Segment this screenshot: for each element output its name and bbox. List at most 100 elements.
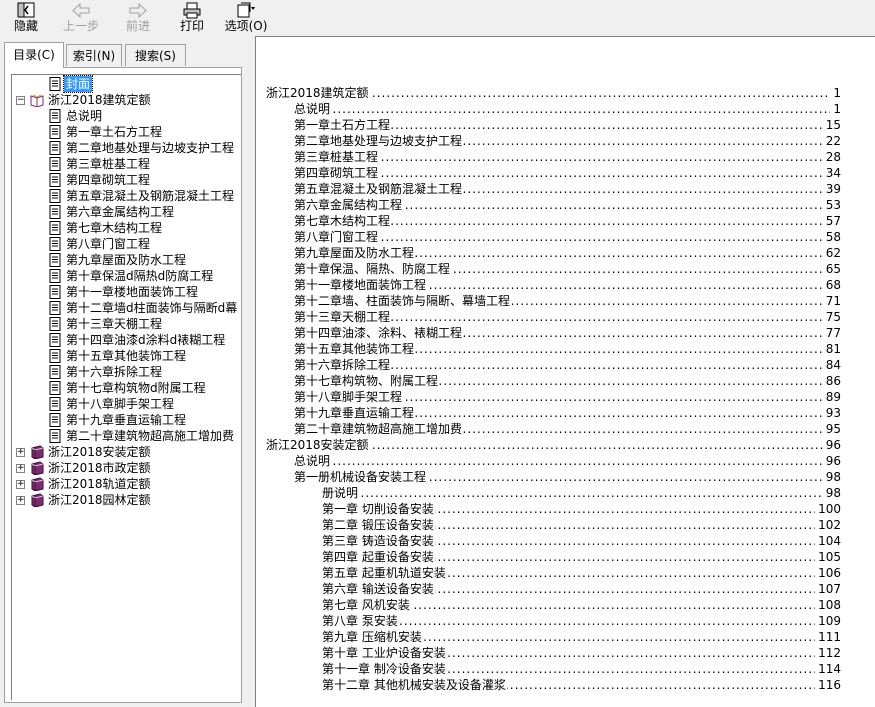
- tree-item[interactable]: 第二十章建筑物超高施工增加费: [12, 428, 238, 444]
- toc-entry-page: 81: [822, 341, 841, 357]
- toc-entry[interactable]: ........................................…: [294, 101, 841, 117]
- back-button[interactable]: 上一步: [56, 0, 106, 36]
- toc-entry[interactable]: ........................................…: [294, 309, 841, 325]
- toc-entry-title: 第四章 起重设备安装: [322, 550, 435, 564]
- tree-item[interactable]: 第十八章脚手架工程: [12, 396, 238, 412]
- toc-entry[interactable]: ........................................…: [322, 501, 841, 517]
- toc-entry[interactable]: ........................................…: [294, 245, 841, 261]
- toc-entry[interactable]: ........................................…: [266, 437, 841, 453]
- toc-entry-title: 第七章 风机安装: [322, 598, 411, 612]
- tree-item[interactable]: 第十章保温d隔热d防腐工程: [12, 268, 238, 284]
- toc-entry[interactable]: ........................................…: [294, 165, 841, 181]
- toc-entry[interactable]: ........................................…: [322, 677, 841, 693]
- toc-entry[interactable]: ........................................…: [294, 453, 841, 469]
- expand-icon[interactable]: +: [16, 496, 25, 505]
- toc-entry[interactable]: ........................................…: [294, 133, 841, 149]
- toc-entry[interactable]: ........................................…: [294, 117, 841, 133]
- toc-entry[interactable]: ........................................…: [322, 661, 841, 677]
- toc-entry[interactable]: ........................................…: [294, 357, 841, 373]
- toc-entry[interactable]: ........................................…: [322, 565, 841, 581]
- page-icon: [49, 253, 61, 267]
- toc-entry[interactable]: ........................................…: [294, 197, 841, 213]
- tree-item[interactable]: 第九章屋面及防水工程: [12, 252, 238, 268]
- tree-item-label: 第五章混凝土及钢筋混凝土工程: [66, 189, 235, 203]
- toc-entry[interactable]: ........................................…: [322, 597, 841, 613]
- toc-entry[interactable]: ........................................…: [294, 229, 841, 245]
- print-button[interactable]: 打印: [174, 0, 210, 36]
- toc-entry[interactable]: ........................................…: [294, 341, 841, 357]
- tree-item[interactable]: 第三章桩基工程: [12, 156, 238, 172]
- tab-search[interactable]: 搜索(S): [125, 44, 186, 66]
- tab-index[interactable]: 索引(N): [66, 44, 122, 66]
- toc-entry[interactable]: ........................................…: [294, 149, 841, 165]
- tree-item[interactable]: − 浙江2018建筑定额: [12, 92, 238, 108]
- toc-entry-title: 第六章 输送设备安装: [322, 582, 435, 596]
- collapse-icon[interactable]: −: [16, 96, 25, 105]
- toc-entry[interactable]: ........................................…: [322, 581, 841, 597]
- tree-item[interactable]: + 浙江2018市政定额: [12, 460, 238, 476]
- toc-entry[interactable]: ........................................…: [294, 405, 841, 421]
- toc-entry-page: 98: [822, 485, 841, 501]
- closed-book-icon: [31, 493, 44, 507]
- toc-entry[interactable]: ........................................…: [294, 261, 841, 277]
- toc-entry-page: 116: [815, 677, 841, 693]
- expand-icon[interactable]: +: [16, 448, 25, 457]
- toc-entry[interactable]: ........................................…: [294, 373, 841, 389]
- tree-item[interactable]: 第十六章拆除工程: [12, 364, 238, 380]
- tree-item-label: 总说明: [66, 109, 103, 123]
- toc-entry[interactable]: ........................................…: [266, 85, 841, 101]
- toc-entry-title: 总说明: [294, 102, 332, 116]
- pane-splitter[interactable]: [247, 36, 255, 707]
- toc-entry[interactable]: ........................................…: [322, 629, 841, 645]
- toc-entry-title: 第十二章墙、柱面装饰与隔断、幕墙工程: [294, 294, 512, 308]
- tree-item[interactable]: 第四章砌筑工程: [12, 172, 238, 188]
- tree-item[interactable]: 封面: [12, 75, 238, 93]
- toc-entry[interactable]: ........................................…: [294, 469, 841, 485]
- content-view[interactable]: ........................................…: [255, 36, 875, 707]
- expand-icon[interactable]: +: [16, 480, 25, 489]
- tree-item-label: 第十七章构筑物d附属工程: [66, 381, 206, 395]
- toc-entry-title: 第十四章油漆、涂料、裱糊工程: [294, 326, 464, 340]
- page-icon: [49, 333, 61, 347]
- toc-entry[interactable]: ........................................…: [322, 613, 841, 629]
- toc-entry[interactable]: ........................................…: [294, 325, 841, 341]
- tree-item[interactable]: 第七章木结构工程: [12, 220, 238, 236]
- tree-item[interactable]: + 浙江2018园林定额: [12, 492, 238, 508]
- tree-item-label: 第八章门窗工程: [66, 237, 151, 251]
- tree-item[interactable]: 第一章土石方工程: [12, 124, 238, 140]
- toc-entry[interactable]: ........................................…: [294, 213, 841, 229]
- forward-button[interactable]: 前进: [116, 0, 160, 36]
- toc-entry[interactable]: ........................................…: [294, 421, 841, 437]
- toc-entry[interactable]: ........................................…: [322, 549, 841, 565]
- tree-item[interactable]: 第八章门窗工程: [12, 236, 238, 252]
- options-button[interactable]: 选项(O): [222, 0, 270, 36]
- toc-entry[interactable]: ........................................…: [294, 181, 841, 197]
- tree-item[interactable]: 第二章地基处理与边坡支护工程: [12, 140, 238, 156]
- tree-item[interactable]: 第五章混凝土及钢筋混凝土工程: [12, 188, 238, 204]
- toc-entry[interactable]: ........................................…: [322, 517, 841, 533]
- tree-item[interactable]: 第十九章垂直运输工程: [12, 412, 238, 428]
- tree-item[interactable]: 第十三章天棚工程: [12, 316, 238, 332]
- tree-item[interactable]: 第十七章构筑物d附属工程: [12, 380, 238, 396]
- toc-entry[interactable]: ........................................…: [322, 533, 841, 549]
- toc-entry-page: 89: [822, 389, 841, 405]
- tree-item[interactable]: 第十一章楼地面装饰工程: [12, 284, 238, 300]
- tree-item[interactable]: + 浙江2018安装定额: [12, 444, 238, 460]
- tree-item[interactable]: 第六章金属结构工程: [12, 204, 238, 220]
- toc-entry-page: 114: [815, 661, 841, 677]
- toc-entry[interactable]: ........................................…: [294, 293, 841, 309]
- toc-entry-page: 57: [822, 213, 841, 229]
- toc-entry[interactable]: ........................................…: [294, 389, 841, 405]
- hide-button[interactable]: 隐藏: [6, 0, 46, 36]
- toc-entry[interactable]: ........................................…: [322, 485, 841, 501]
- toc-entry[interactable]: ........................................…: [322, 645, 841, 661]
- toc-entry[interactable]: ........................................…: [294, 277, 841, 293]
- expand-icon[interactable]: +: [16, 464, 25, 473]
- tree-item[interactable]: 第十二章墙d柱面装饰与隔断d幕: [12, 300, 238, 316]
- tree-item[interactable]: 总说明: [12, 108, 238, 124]
- tab-contents[interactable]: 目录(C): [4, 42, 64, 68]
- tree-item[interactable]: + 浙江2018轨道定额: [12, 476, 238, 492]
- tree-item[interactable]: 第十四章油漆d涂料d裱糊工程: [12, 332, 238, 348]
- tree-item[interactable]: 第十五章其他装饰工程: [12, 348, 238, 364]
- contents-tree[interactable]: 封面 − 浙江2018建筑定额 总说明 第一章土石方工程 第二章地基处理与边坡支护工程 第三…: [11, 74, 241, 700]
